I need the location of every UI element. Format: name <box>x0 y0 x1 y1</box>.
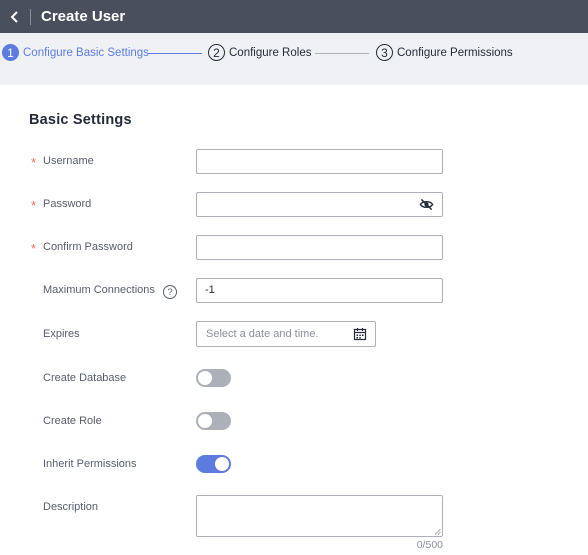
expires-date-picker[interactable]: Select a date and time. <box>196 321 376 347</box>
step-configure-roles: 2 Configure Roles <box>208 44 311 61</box>
password-input[interactable] <box>196 192 443 217</box>
username-label: Username <box>43 155 94 167</box>
description-textarea[interactable] <box>196 495 443 537</box>
character-counter: 0/500 <box>416 539 443 551</box>
step-connector <box>315 53 369 54</box>
required-mark: * <box>31 155 37 170</box>
question-icon[interactable]: ? <box>163 285 177 299</box>
chevron-left-icon <box>10 10 18 23</box>
section-title: Basic Settings <box>29 112 132 128</box>
divider <box>30 8 31 25</box>
step-connector <box>148 53 202 54</box>
step-number: 3 <box>376 44 393 61</box>
toggle-knob <box>198 414 212 428</box>
page-title: Create User <box>41 8 126 25</box>
step-number: 2 <box>208 44 225 61</box>
inherit-permissions-toggle[interactable] <box>196 455 231 473</box>
create-database-label: Create Database <box>43 372 127 384</box>
required-mark: * <box>31 241 37 256</box>
resize-grip-icon[interactable] <box>434 528 441 535</box>
wizard-steps: 1 Configure Basic Settings 2 Configure R… <box>0 33 588 85</box>
step-number: 1 <box>2 44 19 61</box>
inherit-permissions-label: Inherit Permissions <box>43 458 137 470</box>
confirm-password-label: Confirm Password <box>43 241 133 253</box>
step-label: Configure Basic Settings <box>23 46 149 59</box>
eye-hidden-icon[interactable] <box>419 197 434 212</box>
expires-label: Expires <box>43 328 80 340</box>
expires-placeholder: Select a date and time. <box>206 328 319 340</box>
max-connections-label: Maximum Connections <box>43 284 155 296</box>
step-label: Configure Roles <box>229 46 312 59</box>
max-connections-input[interactable]: -1 <box>196 278 443 303</box>
create-database-toggle[interactable] <box>196 369 231 387</box>
password-label: Password <box>43 198 92 210</box>
top-bar: Create User <box>0 0 588 33</box>
back-button[interactable] <box>4 4 26 30</box>
description-label: Description <box>43 501 99 513</box>
toggle-knob <box>198 371 212 385</box>
step-label: Configure Permissions <box>397 46 513 59</box>
calendar-icon[interactable] <box>353 327 367 341</box>
required-mark: * <box>31 198 37 213</box>
create-role-label: Create Role <box>43 415 102 427</box>
username-input[interactable] <box>196 149 443 174</box>
step-configure-basic-settings: 1 Configure Basic Settings <box>2 44 149 61</box>
create-role-toggle[interactable] <box>196 412 231 430</box>
toggle-knob <box>215 457 229 471</box>
confirm-password-input[interactable] <box>196 235 443 260</box>
step-configure-permissions: 3 Configure Permissions <box>376 44 513 61</box>
